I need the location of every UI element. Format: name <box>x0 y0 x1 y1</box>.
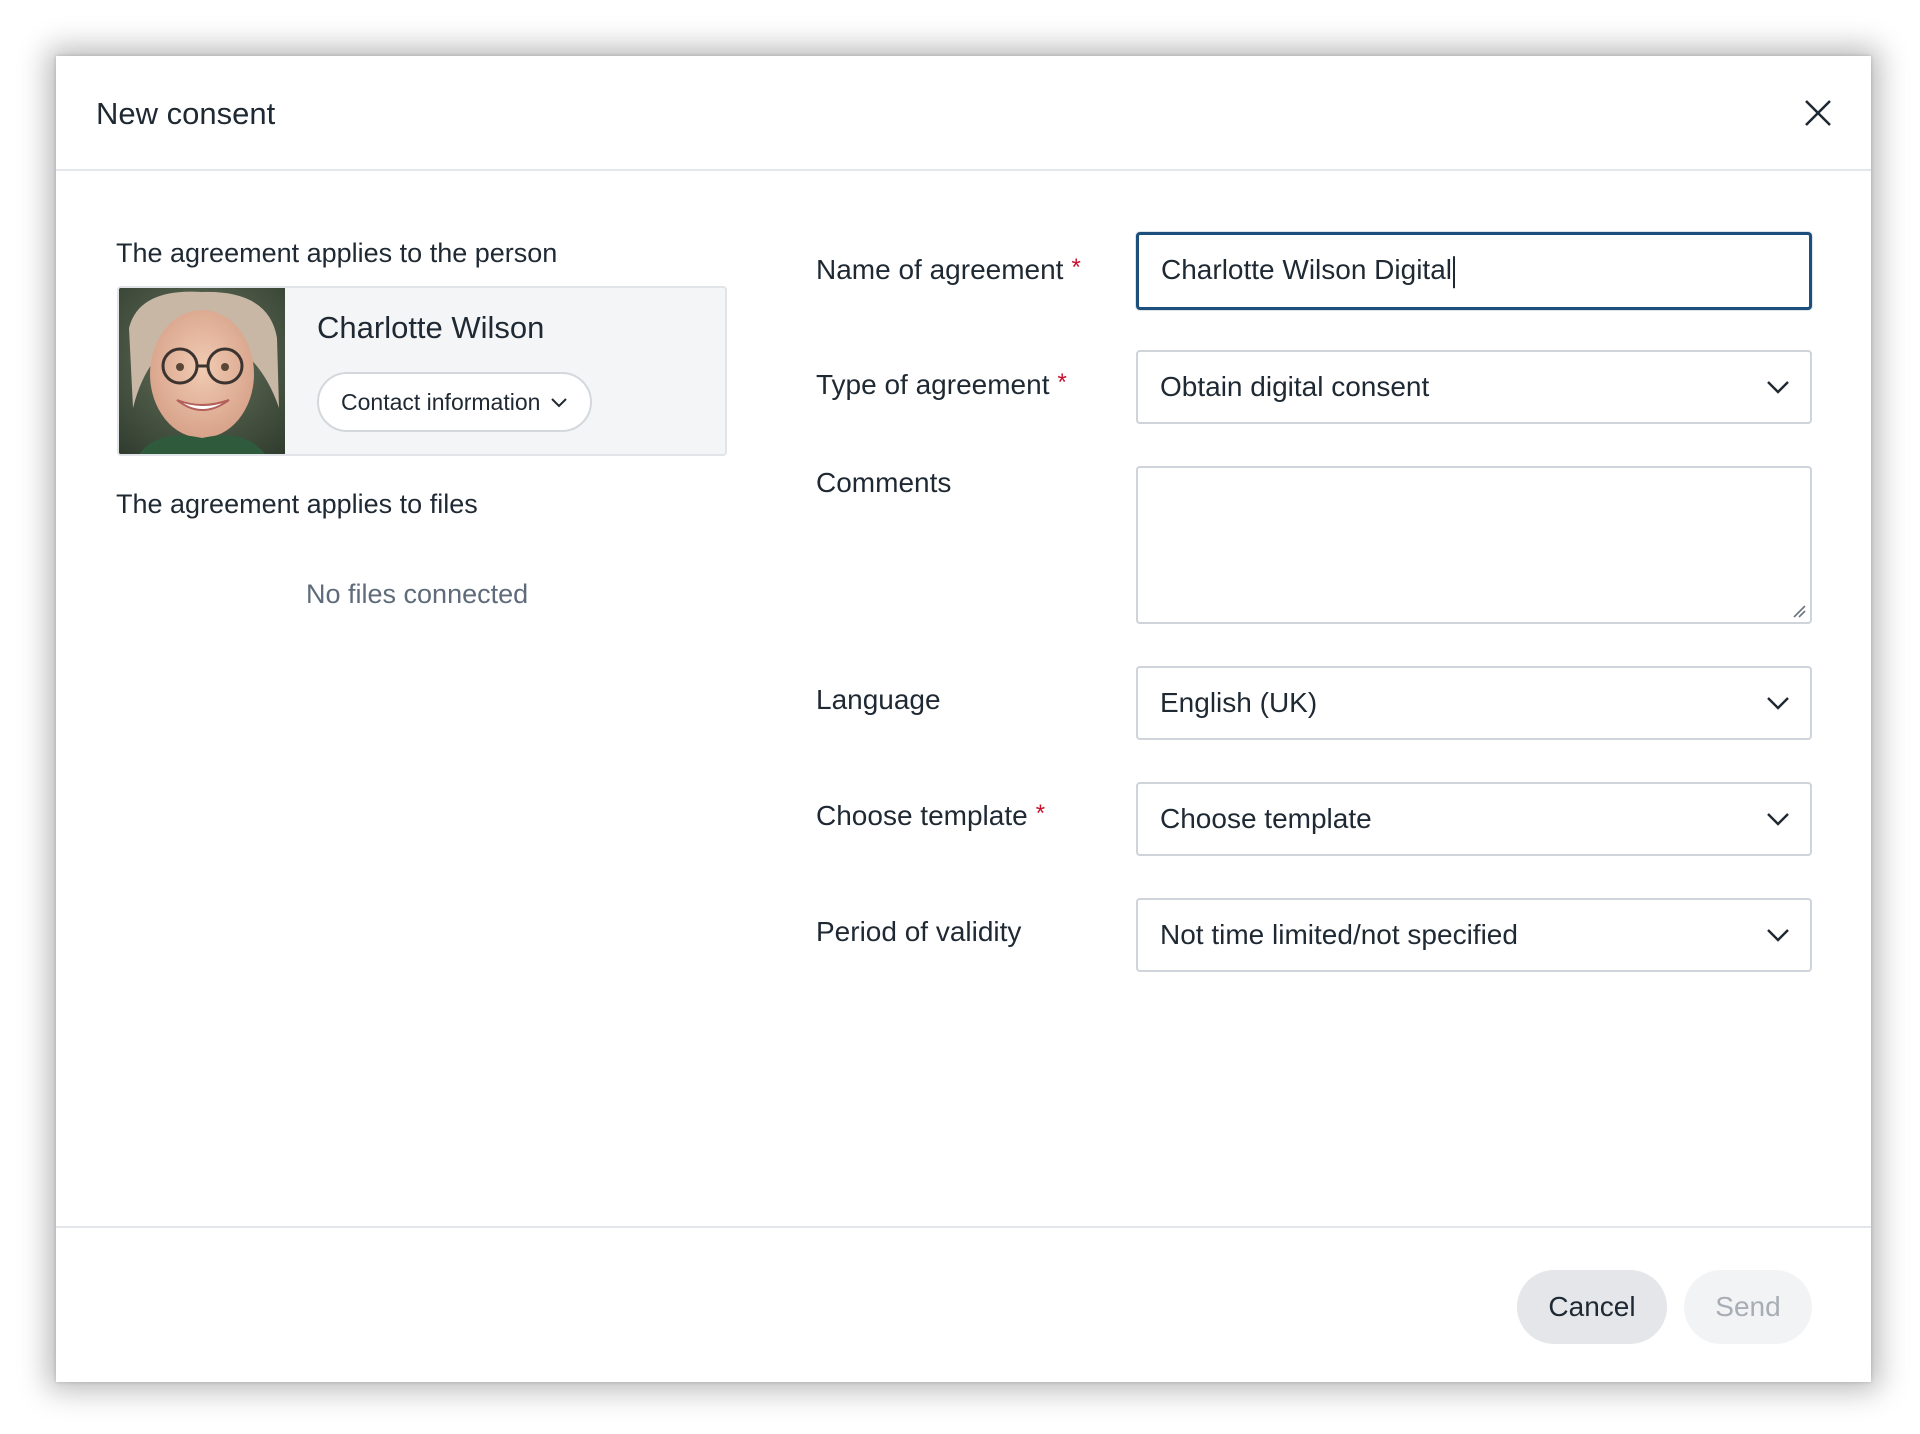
language-label: Language <box>816 684 941 715</box>
language-select[interactable]: English (UK) <box>1136 666 1812 740</box>
close-button[interactable] <box>1799 94 1837 132</box>
dialog-footer: Cancel Send <box>56 1226 1871 1382</box>
person-photo <box>119 288 285 454</box>
period-of-validity-value: Not time limited/not specified <box>1160 919 1518 950</box>
chevron-down-icon <box>1767 813 1789 826</box>
avatar <box>119 288 285 454</box>
language-value: English (UK) <box>1160 687 1318 718</box>
comments-textarea[interactable] <box>1136 466 1812 624</box>
person-card: Charlotte Wilson Contact information <box>117 286 727 456</box>
name-of-agreement-label-text: Name of agreement <box>816 254 1064 285</box>
required-asterisk: * <box>1035 800 1046 827</box>
chevron-down-icon <box>1767 381 1789 394</box>
text-caret <box>1453 255 1455 288</box>
name-of-agreement-value: Charlotte Wilson Digital <box>1161 254 1452 286</box>
comments-label: Comments <box>816 467 952 498</box>
required-asterisk: * <box>1057 369 1067 396</box>
type-of-agreement-label: Type of agreement * <box>816 369 1067 401</box>
files-section-label: The agreement applies to files <box>116 489 478 519</box>
required-asterisk: * <box>1071 254 1081 281</box>
choose-template-select[interactable]: Choose template <box>1136 782 1812 856</box>
person-section-label: The agreement applies to the person <box>116 238 558 268</box>
send-button[interactable]: Send <box>1684 1270 1812 1344</box>
type-of-agreement-value: Obtain digital consent <box>1160 371 1430 402</box>
dialog-title: New consent <box>96 96 276 131</box>
contact-information-label: Contact information <box>341 388 541 415</box>
close-icon <box>1805 100 1831 126</box>
person-name: Charlotte Wilson <box>317 310 545 345</box>
name-of-agreement-label: Name of agreement * <box>816 254 1081 286</box>
chevron-down-icon <box>1767 697 1789 710</box>
cancel-button[interactable]: Cancel <box>1517 1270 1667 1344</box>
chevron-down-icon <box>551 398 568 408</box>
type-of-agreement-label-text: Type of agreement <box>816 369 1050 400</box>
type-of-agreement-select[interactable]: Obtain digital consent <box>1136 350 1812 424</box>
chevron-down-icon <box>1767 929 1789 942</box>
name-of-agreement-input[interactable]: Charlotte Wilson Digital <box>1136 232 1812 310</box>
new-consent-dialog: New consent The agreement applies to the… <box>56 56 1871 1382</box>
choose-template-label: Choose template * <box>816 800 1045 832</box>
resize-grip-icon[interactable] <box>1790 602 1806 618</box>
period-of-validity-select[interactable]: Not time limited/not specified <box>1136 898 1812 972</box>
choose-template-value: Choose template <box>1160 803 1372 834</box>
dialog-header: New consent <box>56 56 1871 171</box>
no-files-text: No files connected <box>306 579 529 609</box>
period-of-validity-label: Period of validity <box>816 916 1022 947</box>
choose-template-label-text: Choose template <box>816 800 1028 831</box>
contact-information-button[interactable]: Contact information <box>317 372 593 432</box>
